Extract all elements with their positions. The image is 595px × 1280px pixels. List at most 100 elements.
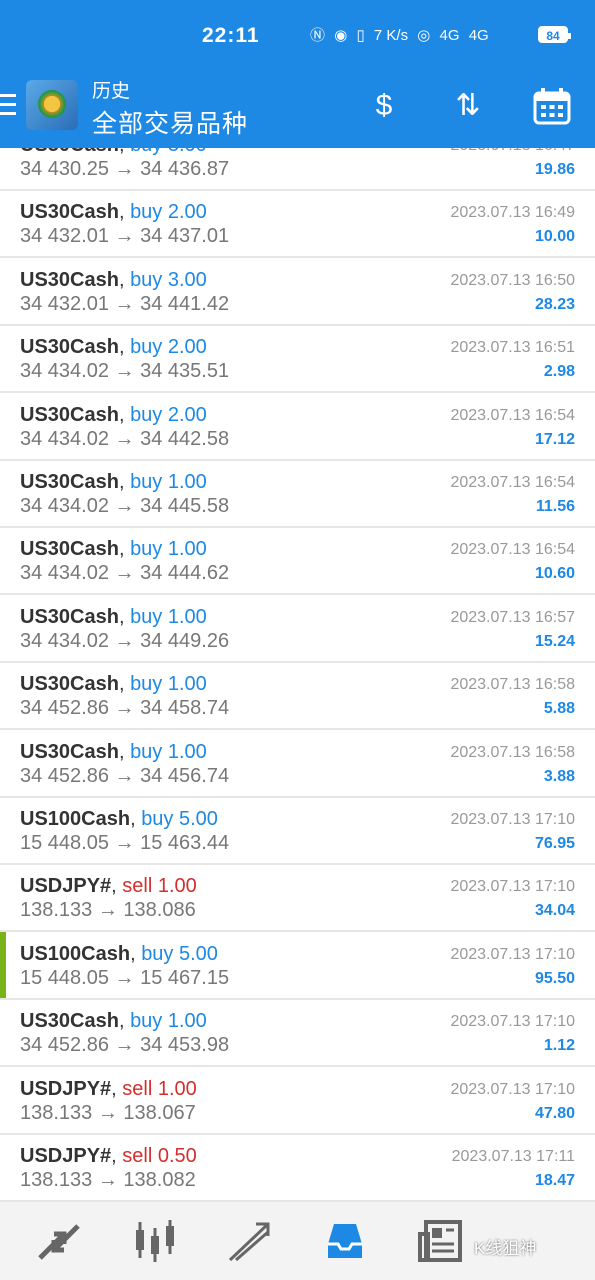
trade-side-volume: buy 5.00: [141, 808, 218, 830]
open-price: 34 432.01: [20, 293, 109, 315]
trade-symbol-line: US30Cash, buy 2.00: [20, 336, 207, 358]
trade-volume: 5.00: [179, 943, 218, 965]
trade-profit: 2.98: [543, 363, 575, 380]
arrow-icon: →: [97, 899, 118, 921]
app-bar: 历史 全部交易品种 $ ⇅: [0, 68, 595, 148]
trade-profit: 11.56: [535, 498, 575, 515]
trade-symbol: US30Cash: [20, 269, 119, 291]
calendar-button[interactable]: [530, 84, 574, 128]
trade-row[interactable]: US30Cash, buy 1.00 34 452.86 → 34 456.74 2…: [0, 730, 595, 798]
trade-side: buy: [130, 201, 163, 223]
trade-prices: 15 448.05 → 15 467.15: [20, 967, 229, 990]
nav-chart[interactable]: [128, 1214, 182, 1268]
nav-history[interactable]: [318, 1214, 372, 1268]
trade-symbol: US30Cash: [20, 148, 119, 156]
trade-symbol-line: US30Cash, buy 3.00: [20, 269, 207, 291]
trade-profit: 95.50: [534, 970, 575, 987]
trade-time: 2023.07.13 16:54: [450, 474, 575, 491]
open-price: 34 432.01: [20, 225, 109, 247]
open-price: 34 434.02: [20, 562, 109, 584]
arrow-icon: →: [114, 293, 135, 315]
close-price: 34 436.87: [140, 158, 230, 180]
trade-row[interactable]: US100Cash, buy 5.00 15 448.05 → 15 463.44…: [0, 797, 595, 865]
trade-symbol: US100Cash: [20, 943, 131, 965]
trade-row[interactable]: US30Cash, buy 2.00 34 432.01 → 34 437.01 2…: [0, 190, 595, 258]
dollar-swap-icon: $: [375, 89, 393, 122]
nav-news[interactable]: [414, 1214, 468, 1268]
trade-time: 2023.07.13 16:49: [450, 204, 575, 221]
open-price: 34 434.02: [20, 428, 109, 450]
trade-row[interactable]: US30Cash, buy 3.00 34 432.01 → 34 441.42 2…: [0, 258, 595, 326]
close-price: 34 441.42: [140, 293, 230, 315]
nav-trade[interactable]: [222, 1214, 276, 1268]
arrow-icon: →: [114, 832, 135, 854]
menu-icon[interactable]: [0, 94, 16, 118]
trade-profit: 10.60: [534, 565, 575, 582]
trade-symbol: US100Cash: [20, 808, 131, 830]
trade-side-volume: sell 1.00: [122, 1078, 197, 1100]
trade-row[interactable]: US30Cash, buy 1.00 34 434.02 → 34 445.58 2…: [0, 460, 595, 528]
trade-profit: 18.47: [534, 1172, 575, 1189]
signal-1: 4G: [439, 27, 460, 44]
trade-row[interactable]: US30Cash, buy 1.00 34 434.02 → 34 449.26 2…: [0, 595, 595, 663]
trade-profit: 1.12: [543, 1037, 575, 1054]
trade-side: sell: [122, 1078, 153, 1100]
trade-volume: 3.00: [168, 148, 207, 156]
trade-symbol: US30Cash: [20, 201, 119, 223]
trade-side-volume: buy 2.00: [130, 201, 207, 223]
close-price: 34 444.62: [140, 562, 230, 584]
arrow-icon: →: [114, 360, 135, 382]
trade-row[interactable]: US30Cash, buy 3.0034 430.25 → 34 436.87 2…: [0, 148, 595, 191]
deposit-button[interactable]: $: [362, 84, 406, 128]
trade-time: 2023.07.13 17:10: [450, 811, 575, 828]
open-price: 34 430.25: [20, 158, 109, 180]
arrow-icon: →: [114, 428, 135, 450]
trade-row[interactable]: USDJPY#, sell 1.00 138.133 → 138.067 2023.…: [0, 1067, 595, 1135]
watermark: K线狙神: [474, 1239, 537, 1258]
page-title[interactable]: 全部交易品种: [92, 104, 248, 140]
trade-row[interactable]: US30Cash, buy 2.00 34 434.02 → 34 435.51 2…: [0, 325, 595, 393]
trade-row[interactable]: US100Cash, buy 5.00 15 448.05 → 15 467.15…: [0, 932, 595, 1000]
sort-button[interactable]: ⇅: [446, 84, 490, 128]
chart-icon: [136, 1220, 174, 1262]
calendar-icon: [533, 88, 571, 125]
battery-icon: 84: [538, 26, 571, 43]
nav-quotes[interactable]: [32, 1214, 86, 1268]
trade-history-list[interactable]: US30Cash, buy 3.00 34 430.25 → 34 436.87 2…: [0, 148, 595, 1202]
trade-profit: 76.95: [534, 835, 575, 852]
trade-side-volume: sell 1.00: [122, 875, 197, 897]
arrow-icon: →: [114, 967, 135, 989]
trade-prices: 34 452.86 → 34 453.98: [20, 1034, 229, 1057]
open-price: 34 434.02: [20, 495, 109, 517]
trade-row[interactable]: USDJPY#, sell 0.50 138.133 → 138.082 2023.…: [0, 1134, 595, 1202]
trade-symbol-line: US30Cash, buy 2.00: [20, 201, 207, 223]
open-price: 34 452.86: [20, 765, 109, 787]
trade-time: 2023.07.13 16:54: [450, 407, 575, 424]
trade-prices: 34 430.25 → 34 436.87: [20, 158, 229, 181]
trade-time: 2023.07.13 16:58: [450, 744, 575, 761]
trade-side-volume: buy 3.00: [130, 148, 207, 156]
trade-side: buy: [130, 471, 163, 493]
trade-side: buy: [130, 538, 163, 560]
open-price: 138.133: [20, 1102, 93, 1124]
trade-symbol-line: US30Cash, buy 1.00: [20, 606, 207, 628]
trade-symbol: US30Cash: [20, 538, 119, 560]
history-icon: [328, 1224, 362, 1258]
vibrate-icon: ▯: [356, 27, 365, 44]
trade-row[interactable]: US30Cash, buy 2.00 34 434.02 → 34 442.58 2…: [0, 393, 595, 461]
trade-prices: 138.133 → 138.082: [20, 1169, 196, 1192]
trade-symbol: US30Cash: [20, 404, 119, 426]
close-price: 15 467.15: [140, 967, 230, 989]
trade-row[interactable]: US30Cash, buy 1.00 34 452.86 → 34 458.74 2…: [0, 662, 595, 730]
trade-row[interactable]: US30Cash, buy 1.00 34 452.86 → 34 453.98 2…: [0, 999, 595, 1067]
trade-symbol-line: US100Cash, buy 5.00: [20, 808, 218, 830]
trade-side: buy: [141, 808, 174, 830]
trade-row[interactable]: US30Cash, buy 1.00 34 434.02 → 34 444.62 2…: [0, 527, 595, 595]
close-price: 138.067: [123, 1102, 196, 1124]
trade-symbol: US30Cash: [20, 471, 119, 493]
trade-row[interactable]: USDJPY#, sell 1.00 138.133 → 138.086 2023.…: [0, 864, 595, 932]
trade-volume: 1.00: [167, 538, 207, 560]
trade-volume: 2.00: [167, 201, 207, 223]
trade-side-volume: sell 0.50: [122, 1145, 197, 1167]
close-price: 34 456.74: [140, 765, 230, 787]
